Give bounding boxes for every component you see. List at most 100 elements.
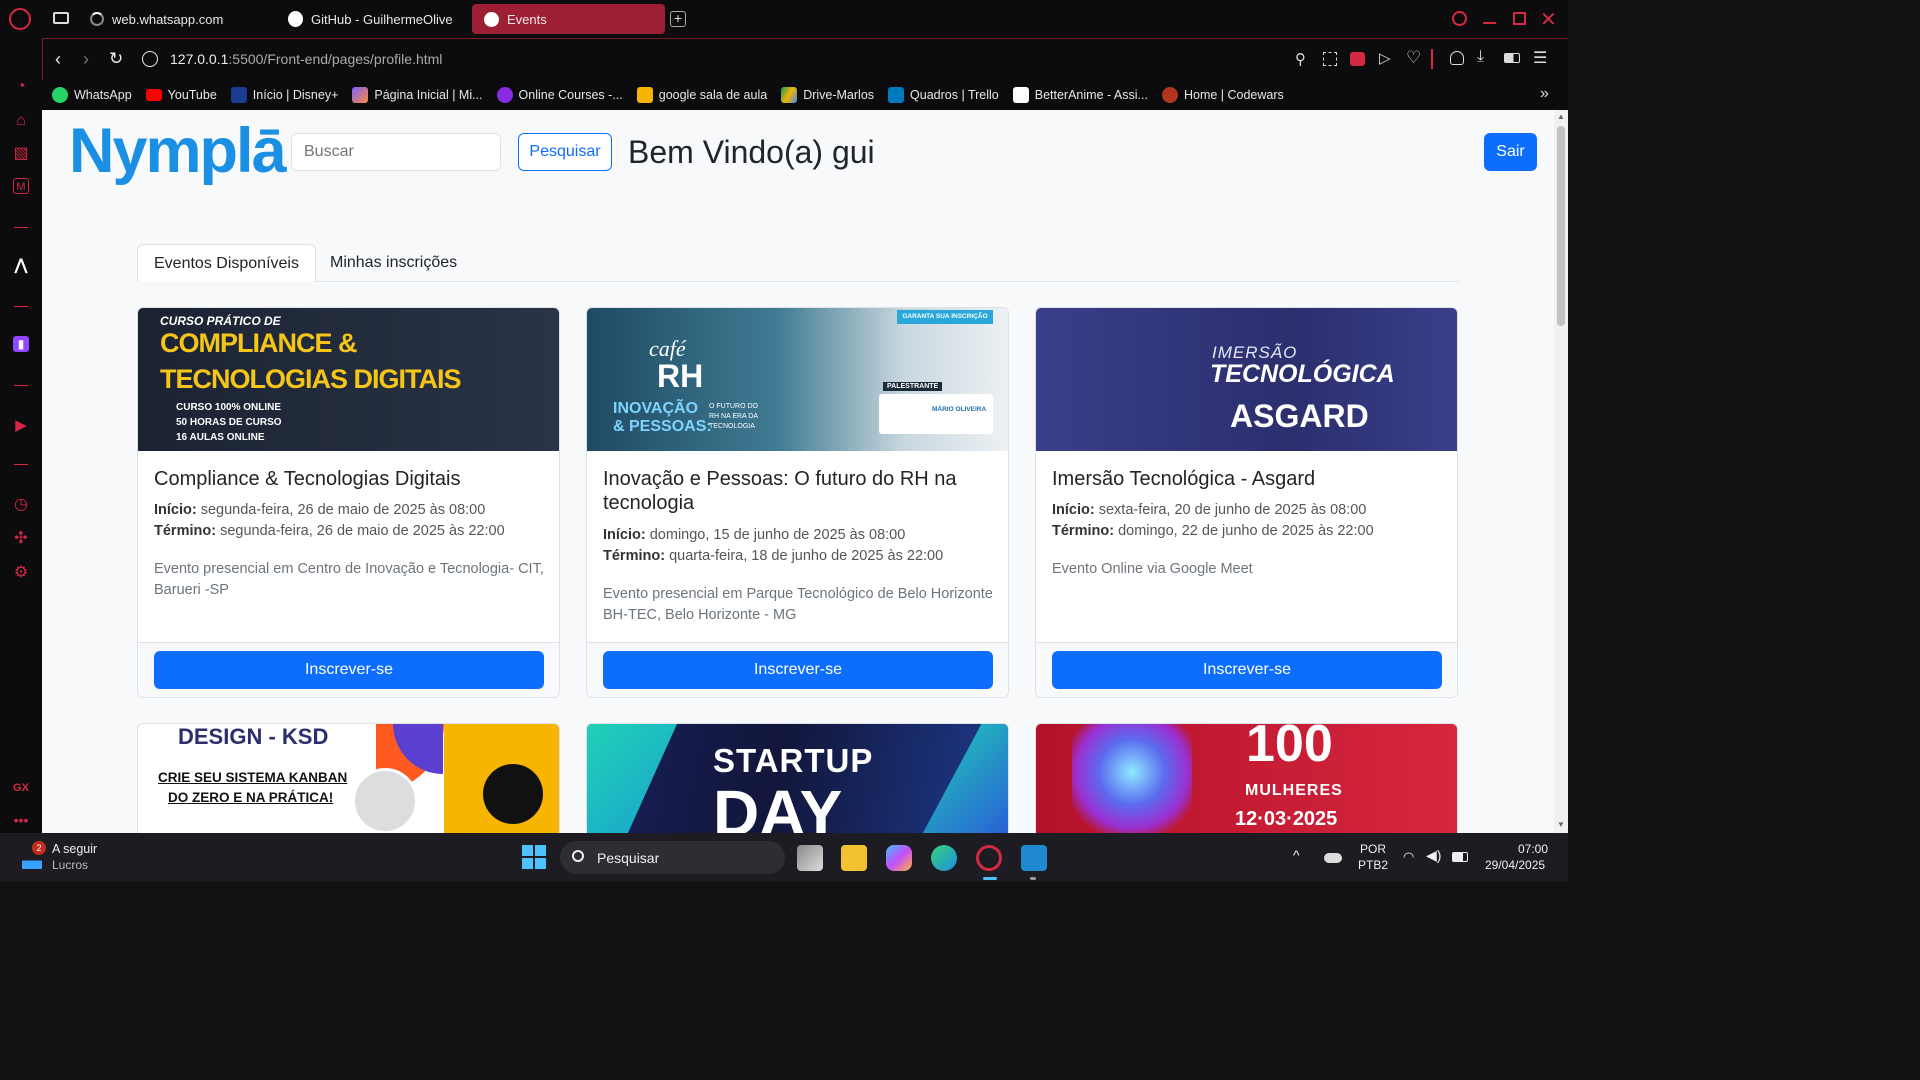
reload-icon[interactable]: ↻ [109, 49, 123, 69]
forward-icon[interactable]: › [83, 49, 89, 70]
gx-corner-icon[interactable]: M [13, 178, 29, 194]
loading-icon [90, 12, 104, 26]
event-card: café RH INOVAÇÃO & PESSOAS: O FUTURO DO … [586, 307, 1009, 698]
whatsapp-icon [52, 87, 68, 103]
bookmark-codewars[interactable]: Home | Codewars [1161, 87, 1284, 103]
language-indicator[interactable]: POR [1360, 842, 1386, 856]
bookmark-disney[interactable]: Início | Disney+ [230, 87, 338, 103]
snapshot-icon[interactable] [1323, 52, 1337, 66]
aria-icon[interactable]: ⋀ [11, 256, 31, 276]
github-icon [288, 11, 304, 27]
clock-time[interactable]: 07:00 [1518, 842, 1548, 856]
disney-icon [230, 87, 247, 103]
history-icon[interactable]: ◷ [11, 495, 31, 515]
banner-text: MÁRIO OLIVEIRA [932, 406, 987, 413]
back-icon[interactable]: ‹ [55, 49, 61, 70]
speed-dial-icon[interactable]: ◔ [11, 77, 31, 97]
player-icon[interactable]: ▶ [11, 416, 31, 436]
bookmark-trello[interactable]: Quadros | Trello [888, 87, 999, 103]
send-icon[interactable]: ▷ [1379, 49, 1391, 67]
scroll-thumb[interactable] [1557, 126, 1565, 326]
more-icon[interactable]: ••• [11, 810, 31, 830]
taskbar-search-text: Pesquisar [597, 850, 660, 866]
tab-events[interactable]: Events [472, 4, 665, 34]
tab-whatsapp[interactable]: web.whatsapp.com [78, 4, 268, 34]
bookmark-online-courses[interactable]: Online Courses -... [496, 87, 623, 103]
close-window-icon[interactable]: ✕ [1540, 7, 1557, 32]
bookmark-label: Drive-Marlos [803, 88, 875, 102]
banner-text: STARTUP [713, 742, 874, 779]
toolbar-divider [1431, 49, 1433, 69]
file-explorer-icon[interactable] [841, 845, 867, 871]
start-button[interactable] [522, 845, 546, 869]
bookmark-betteranime[interactable]: BetterAnime - Assi... [1012, 87, 1148, 103]
tab-my-subscriptions[interactable]: Minhas inscrições [314, 244, 473, 282]
search-input[interactable] [291, 133, 501, 171]
tab-islands-icon[interactable] [53, 12, 69, 24]
twitch-icon[interactable]: ▮ [13, 336, 29, 352]
restore-icon[interactable] [1513, 12, 1526, 25]
heart-icon[interactable]: ♡ [1406, 48, 1421, 68]
download-icon[interactable]: ⤓ [1477, 48, 1484, 66]
extensions-icon[interactable]: ✣ [11, 529, 31, 549]
search-tabs-icon[interactable] [1452, 11, 1467, 26]
tray-overflow-icon[interactable]: ^ [1293, 847, 1300, 863]
gx-icon[interactable]: GX [11, 778, 31, 798]
widgets-button[interactable]: 2 A seguir Lucros [16, 841, 136, 875]
app-indicator [1030, 877, 1036, 880]
banner-text: INOVAÇÃO [613, 400, 699, 417]
bookmark-drive[interactable]: Drive-Marlos [781, 87, 874, 103]
minimize-icon[interactable] [1483, 22, 1496, 24]
wifi-icon[interactable]: ◠ [1403, 849, 1414, 865]
scroll-down-icon[interactable]: ▼ [1557, 820, 1565, 829]
settings-icon[interactable]: ⚙ [11, 563, 31, 583]
page-scrollbar[interactable]: ▲ ▼ [1554, 110, 1568, 833]
bookmark-classroom[interactable]: google sala de aula [636, 87, 767, 103]
gx-control-icon[interactable]: ⌂ [11, 111, 31, 131]
banner-text: COMPLIANCE & [160, 328, 357, 358]
bookmarks-overflow-icon[interactable]: » [1540, 85, 1549, 103]
profile-icon[interactable] [1450, 51, 1464, 65]
bookmark-youtube[interactable]: YouTube [145, 88, 217, 102]
clock-date[interactable]: 29/04/2025 [1485, 858, 1545, 872]
event-title: Imersão Tecnológica - Asgard [1052, 468, 1316, 490]
logout-button[interactable]: Sair [1484, 133, 1537, 171]
tab-available-events[interactable]: Eventos Disponíveis [137, 244, 316, 282]
battery-icon[interactable] [1452, 852, 1468, 862]
keyboard-layout[interactable]: PTB2 [1358, 858, 1388, 872]
bookmark-whatsapp[interactable]: WhatsApp [52, 87, 132, 103]
opera-gx-icon[interactable] [976, 845, 1002, 871]
banner-text: PALESTRANTE [883, 382, 943, 391]
search-button[interactable]: Pesquisar [518, 133, 612, 171]
gx-cleaner-icon[interactable]: ▧ [11, 144, 31, 164]
site-info-icon[interactable] [142, 51, 158, 67]
vscode-icon[interactable] [1021, 845, 1047, 871]
url-host: 127.0.0.1 [170, 51, 229, 67]
banner-text: 100 [1246, 723, 1333, 773]
subscribe-button[interactable]: Inscrever-se [603, 651, 993, 689]
opera-logo-icon[interactable] [9, 8, 31, 30]
tab-github[interactable]: GitHub - GuilhermeOliveir [276, 4, 464, 34]
globe-icon [484, 11, 499, 27]
easy-setup-icon[interactable]: ☰ [1533, 48, 1547, 68]
edge-icon[interactable] [931, 845, 957, 871]
subscribe-button[interactable]: Inscrever-se [1052, 651, 1442, 689]
site-logo[interactable]: Nymplā [69, 115, 287, 187]
url-field[interactable]: 127.0.0.1:5500/Front-end/pages/profile.h… [170, 51, 442, 67]
pin-icon[interactable]: ⚲ [1295, 50, 1306, 68]
battery-saver-icon[interactable] [1504, 53, 1520, 63]
copilot-icon[interactable] [886, 845, 912, 871]
widget-title: A seguir [52, 842, 98, 856]
bookmark-microsoft[interactable]: Página Inicial | Mi... [352, 87, 483, 103]
volume-icon[interactable]: ◀) [1426, 847, 1441, 864]
onedrive-icon[interactable] [1324, 853, 1342, 863]
pocket-icon[interactable] [1350, 52, 1365, 66]
task-view-icon[interactable] [797, 845, 823, 871]
banner-text: CRIE SEU SISTEMA KANBAN [158, 770, 348, 785]
new-tab-button[interactable]: + [670, 11, 686, 27]
welcome-heading: Bem Vindo(a) gui [628, 134, 875, 170]
taskbar-search[interactable]: Pesquisar [560, 841, 785, 874]
scroll-up-icon[interactable]: ▲ [1557, 112, 1565, 121]
subscribe-button[interactable]: Inscrever-se [154, 651, 544, 689]
banner-text: 16 AULAS ONLINE [176, 432, 265, 443]
